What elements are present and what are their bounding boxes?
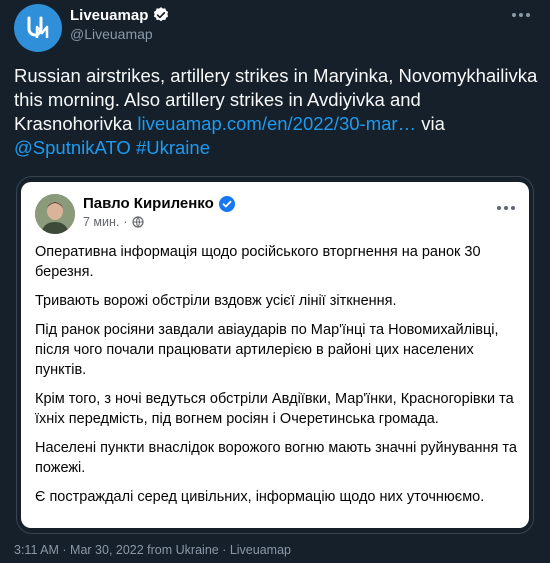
fb-paragraph: Є постраждалі серед цивільних, інформаці…	[35, 489, 485, 505]
globe-icon	[131, 216, 144, 228]
tweet: Liveuamap @Liveuamap Russian airstrikes,…	[0, 0, 550, 563]
hashtag-link[interactable]: #Ukraine	[136, 137, 210, 158]
tweet-text: Russian airstrikes, artillery strikes in…	[14, 64, 539, 160]
fb-more-options-icon	[497, 206, 515, 210]
fb-author-avatar	[35, 194, 75, 234]
via-text: via	[416, 113, 445, 134]
fb-paragraph: Населені пункти внаслідок ворожого вогню…	[35, 440, 517, 476]
display-name[interactable]: Liveuamap	[70, 7, 148, 24]
liveuamap-logo-icon[interactable]	[14, 4, 62, 52]
fb-meta-dot: ·	[123, 215, 128, 229]
fb-post-body: Оперативна інформація щодо російського в…	[35, 242, 521, 516]
fb-paragraph: Тривають ворожі обстріли вздовж усієї лі…	[35, 293, 397, 309]
fb-paragraph: Під ранок росіяни завдали авіаударів по …	[35, 322, 499, 378]
fb-author-name: Павло Кириленко	[83, 195, 214, 212]
facebook-post-screenshot: Павло Кириленко 7 мин. · Оперативна інфо…	[21, 182, 529, 528]
tweet-timestamp-footer[interactable]: 3:11 AM · Mar 30, 2022 from Ukraine · Li…	[14, 543, 291, 557]
fb-verified-badge-icon	[218, 195, 235, 212]
attached-image-card[interactable]: Павло Кириленко 7 мин. · Оперативна інфо…	[16, 176, 534, 534]
author-handle[interactable]: @Liveuamap	[70, 26, 153, 42]
fb-paragraph: Оперативна інформація щодо російського в…	[35, 244, 481, 280]
fb-paragraph: Крім того, з ночі ведуться обстріли Авді…	[35, 391, 514, 427]
mention-link[interactable]: @SputnikATO	[14, 137, 131, 158]
fb-post-time: 7 мин.	[83, 215, 120, 229]
fb-author-row: Павло Кириленко	[83, 195, 235, 212]
verified-badge-icon	[154, 7, 169, 22]
article-link[interactable]: liveuamap.com/en/2022/30-mar…	[137, 113, 416, 134]
fb-post-meta: 7 мин. ·	[83, 215, 144, 229]
more-options-icon[interactable]	[508, 6, 534, 24]
author-name-row[interactable]: Liveuamap	[70, 6, 170, 24]
